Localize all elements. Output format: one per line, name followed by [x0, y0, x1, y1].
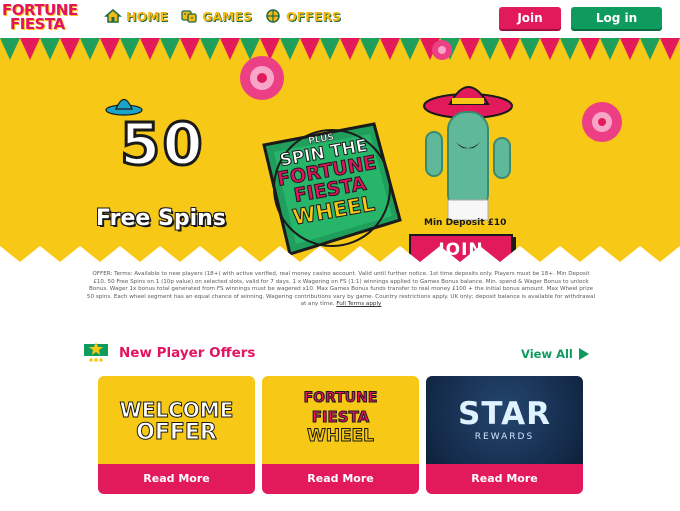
card-title-line-1: WELCOME — [119, 398, 234, 423]
terms-text: OFFER: Terms: Available to new players (… — [86, 271, 596, 309]
free-spins-label: Free Spins — [96, 206, 226, 231]
bunting-bottom-decoration — [0, 246, 680, 268]
card-title-line-3: WHEEL — [306, 426, 375, 447]
dice-icon — [181, 10, 197, 23]
nav-home[interactable]: HOME — [104, 8, 168, 24]
full-terms-link[interactable]: Full Terms apply — [336, 301, 381, 307]
offer-card-fiesta-wheel[interactable]: FORTUNE FIESTA WHEEL Read More — [262, 376, 419, 494]
nav-offers[interactable]: OFFERS — [264, 8, 341, 24]
play-arrow-icon — [578, 348, 589, 360]
section-title: New Player Offers — [119, 345, 256, 361]
offer-card-image: FORTUNE FIESTA WHEEL — [262, 376, 419, 464]
offer-card-image: WELCOME OFFER — [98, 376, 255, 464]
star-rewards-title: STAR — [458, 396, 551, 432]
nav-games-label: GAMES — [202, 8, 252, 24]
join-button[interactable]: Join — [499, 7, 561, 29]
view-all-link[interactable]: View All — [521, 347, 590, 361]
offer-card-star-rewards[interactable]: STAR REWARDS Read More — [426, 376, 583, 494]
bunting-top-decoration — [0, 38, 680, 60]
promo-banner[interactable]: 50 Free Spins PLUS SPIN THE FORTUNE FIES… — [0, 38, 680, 268]
main-nav: HOME GAMES OFFERS — [104, 8, 341, 24]
nav-offers-label: OFFERS — [286, 8, 341, 24]
read-more-button[interactable]: Read More — [426, 464, 583, 494]
flower-decoration — [432, 40, 452, 60]
view-all-label: View All — [521, 347, 573, 361]
nav-games[interactable]: GAMES — [180, 8, 252, 24]
logo-line-2: FIESTA — [10, 15, 65, 33]
site-header: FORTUNE FIESTA HOME GAMES OFFERS Join Lo… — [0, 0, 680, 38]
card-title-line-1: FORTUNE — [303, 390, 378, 407]
min-deposit-text: Min Deposit £10 — [424, 218, 507, 228]
star-rewards-subtitle: REWARDS — [474, 432, 535, 442]
read-more-button[interactable]: Read More — [262, 464, 419, 494]
fortune-fiesta-logo[interactable]: FORTUNE FIESTA — [2, 3, 86, 35]
flower-decoration — [582, 102, 622, 142]
free-spins-count: 50 — [119, 110, 205, 178]
card-title-line-2: OFFER — [136, 420, 218, 446]
offer-card-image: STAR REWARDS — [426, 376, 583, 464]
gift-icon — [266, 9, 280, 23]
offer-card-welcome[interactable]: WELCOME OFFER Read More — [98, 376, 255, 494]
nav-home-label: HOME — [126, 8, 169, 24]
offers-section-icon — [84, 342, 108, 362]
card-title-line-2: FIESTA — [311, 408, 370, 427]
cactus-sombrero-illustration — [423, 86, 513, 221]
login-button[interactable]: Log in — [571, 7, 662, 29]
home-icon — [104, 9, 122, 23]
flower-decoration — [240, 56, 284, 100]
read-more-button[interactable]: Read More — [98, 464, 255, 494]
